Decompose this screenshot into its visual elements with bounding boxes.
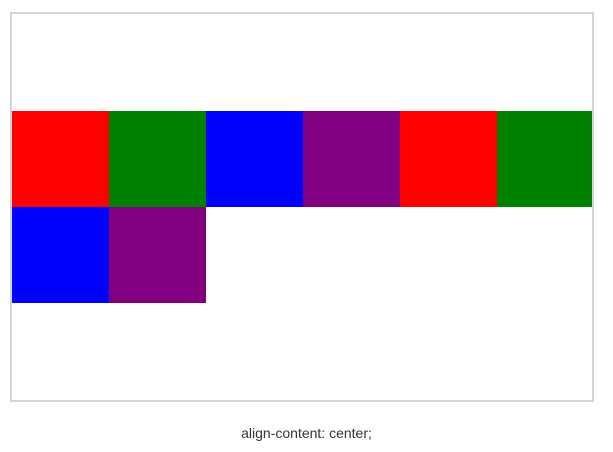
flex-item-3 [206,111,303,207]
flex-item-1 [12,111,109,207]
flex-item-6 [497,111,592,207]
flex-item-5 [400,111,497,207]
flex-item-7 [12,207,109,303]
flex-item-2 [109,111,206,207]
flex-item-8 [109,207,206,303]
flex-container-demo [10,12,594,402]
demo-caption: align-content: center; [241,425,372,441]
flex-item-4 [303,111,400,207]
